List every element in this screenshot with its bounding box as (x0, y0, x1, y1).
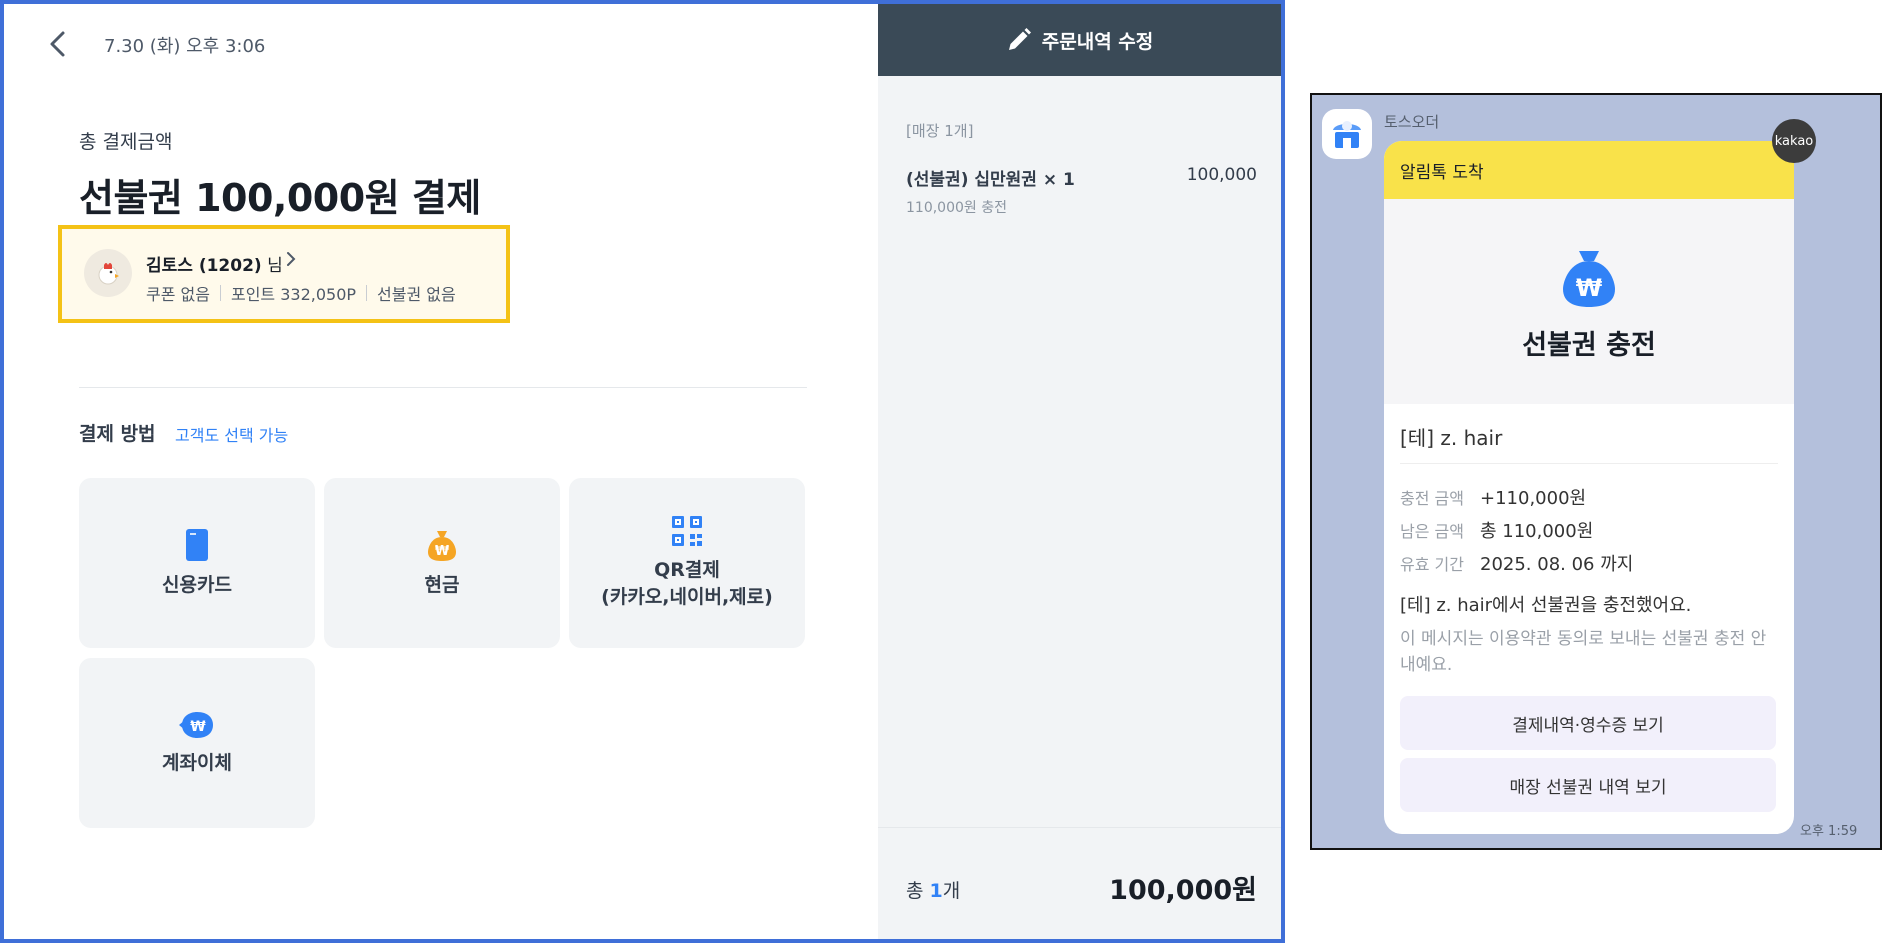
sum-prefix: 총 (906, 880, 930, 902)
detail-value: 2025. 08. 06 까지 (1480, 553, 1634, 575)
pos-window: 7.30 (화) 오후 3:06 총 결제금액 선불권 100,000원 결제 … (0, 0, 1285, 943)
sum-count: 1 (929, 880, 943, 902)
rooster-icon (98, 263, 119, 285)
pay-credit-card-button[interactable]: 신용카드 (79, 478, 315, 648)
detail-key: 유효 기간 (1400, 554, 1464, 574)
detail-row: 유효 기간 2025. 08. 06 까지 (1400, 546, 1778, 579)
divider (878, 827, 1281, 828)
item-count-summary: 총 1개 (906, 876, 960, 903)
order-datetime: 7.30 (화) 오후 3:06 (104, 36, 266, 57)
svg-text:₩: ₩ (190, 719, 206, 735)
customer-name: 김토스 (1202) 님 (146, 251, 283, 276)
sum-suffix: 개 (942, 880, 961, 902)
tile-label: 신용카드 (162, 573, 232, 596)
money-bag-icon: ₩ (428, 530, 456, 561)
section-divider (79, 387, 807, 388)
sender-name: 토스오더 (1384, 113, 1440, 131)
detail-key: 충전 금액 (1400, 488, 1464, 508)
edit-order-button[interactable]: 주문내역 수정 (878, 4, 1281, 76)
qr-code-icon (672, 516, 702, 547)
view-prepaid-history-button[interactable]: 매장 선불권 내역 보기 (1400, 758, 1776, 812)
tile-label: 계좌이체 (162, 751, 232, 774)
legal-note: 이 메시지는 이용약관 동의로 보내는 선불권 충전 안내예요. (1400, 629, 1767, 675)
back-button[interactable] (42, 26, 72, 62)
view-receipt-button[interactable]: 결제내역·영수증 보기 (1400, 696, 1776, 750)
svg-text:₩: ₩ (435, 544, 450, 559)
chevron-left-icon (50, 31, 65, 57)
kakao-badge: kakao (1772, 119, 1816, 163)
order-item-name: (선불권) 십만원권 × 1 (906, 170, 1075, 190)
payment-panel: 7.30 (화) 오후 3:06 총 결제금액 선불권 100,000원 결제 … (4, 4, 878, 939)
points-status: 포인트 332,050P (230, 285, 357, 304)
order-item-price: 100,000 (1186, 165, 1257, 185)
alimtalk-card: 알림톡 도착 ₩ 선불권 충전 [테] z. hair 충전 금액 +110,00… (1384, 141, 1794, 834)
total-amount-label: 총 결제금액 (79, 131, 173, 153)
detail-value: 총 110,000원 (1480, 520, 1594, 542)
sender-avatar (1322, 109, 1372, 159)
order-summary-panel: 주문내역 수정 [매장 1개] (선불권) 십만원권 × 1 100,000 1… (878, 4, 1281, 939)
divider (366, 285, 368, 301)
detail-key: 남은 금액 (1400, 521, 1464, 541)
svg-text:₩: ₩ (1576, 274, 1603, 302)
detail-row: 충전 금액 +110,000원 (1400, 480, 1778, 513)
prepaid-status: 선불권 없음 (377, 285, 456, 304)
bank-transfer-icon: ₩ (179, 711, 213, 738)
divider (219, 285, 221, 301)
credit-card-icon (186, 528, 208, 561)
detail-value: +110,000원 (1480, 487, 1587, 509)
customer-info-card[interactable]: 김토스 (1202) 님 쿠폰 없음 포인트 332,050P 선불권 없음 (58, 225, 510, 323)
alimtalk-body: [테] z. hair 충전 금액 +110,000원 남은 금액 총 110,00… (1384, 404, 1794, 812)
pay-bank-transfer-button[interactable]: ₩ 계좌이체 (79, 658, 315, 828)
edit-order-label: 주문내역 수정 (1041, 30, 1154, 53)
kakao-message-screenshot: 토스오더 알림톡 도착 ₩ 선불권 충전 [테] z. hair 충전 금액 +1… (1310, 93, 1882, 850)
order-total: 100,000원 (1109, 875, 1257, 906)
coupon-status: 쿠폰 없음 (146, 285, 210, 304)
tile-label: QR결제 (654, 559, 720, 582)
store-icon (1333, 121, 1361, 148)
payment-method-hint: 고객도 선택 가능 (175, 426, 289, 445)
order-item-detail: 110,000원 충전 (906, 200, 1007, 216)
customer-name-text: 김토스 (1202) (146, 256, 262, 276)
pencil-icon (1008, 28, 1031, 50)
page-title: 선불권 100,000원 결제 (79, 176, 481, 220)
alimtalk-header: 알림톡 도착 (1384, 141, 1794, 199)
alimtalk-hero: ₩ 선불권 충전 (1384, 199, 1794, 404)
customer-name-suffix: 님 (261, 256, 283, 276)
message-time: 오후 1:59 (1800, 824, 1858, 839)
pay-cash-button[interactable]: ₩ 현금 (324, 478, 560, 648)
shop-name: [테] z. hair (1400, 422, 1778, 464)
avatar (84, 249, 132, 297)
alimtalk-title: 선불권 충전 (1522, 330, 1656, 361)
payment-method-label: 결제 방법 (79, 423, 156, 445)
tile-label: 현금 (424, 573, 460, 596)
money-bag-icon: ₩ (1563, 251, 1615, 307)
store-count-tag: [매장 1개] (906, 122, 974, 140)
detail-row: 남은 금액 총 110,000원 (1400, 513, 1778, 546)
tile-sublabel: (카카오,네이버,제로) (601, 586, 773, 608)
chevron-right-icon[interactable] (286, 251, 296, 272)
charge-message: [테] z. hair에서 선불권을 충전했어요. (1400, 595, 1692, 616)
pay-qr-button[interactable]: QR결제 (카카오,네이버,제로) (569, 478, 805, 648)
customer-meta: 쿠폰 없음 포인트 332,050P 선불권 없음 (146, 281, 456, 305)
charge-details: 충전 금액 +110,000원 남은 금액 총 110,000원 유효 기간 2025… (1400, 480, 1778, 579)
